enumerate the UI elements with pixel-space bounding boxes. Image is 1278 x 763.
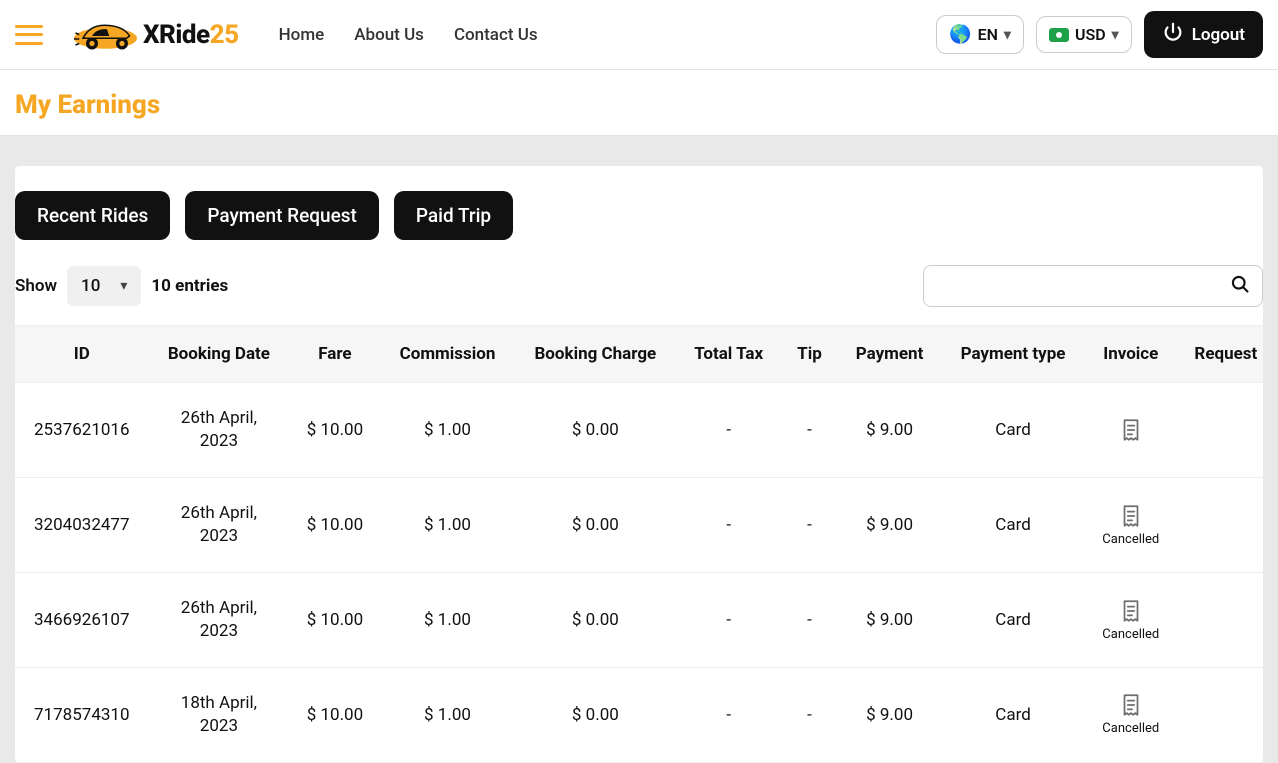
col-fare: Fare (289, 326, 380, 383)
separator-band (0, 136, 1278, 166)
cell-ptype: Card (941, 572, 1085, 667)
cell-id: 3204032477 (15, 477, 149, 572)
cell-payment: $ 9.00 (838, 383, 941, 478)
col-commission: Commission (381, 326, 515, 383)
chevron-down-icon: ▾ (1004, 27, 1011, 43)
globe-icon: 🌎 (949, 24, 971, 45)
cell-commission: $ 1.00 (381, 383, 515, 478)
chevron-down-icon: ▾ (1112, 27, 1119, 43)
cell-date: 26th April, 2023 (149, 383, 290, 478)
content-wrap: Recent Rides Payment Request Paid Trip S… (0, 166, 1278, 763)
cell-tax: - (676, 383, 781, 478)
table-row: 346692610726th April, 2023$ 10.00$ 1.00$… (15, 572, 1263, 667)
cell-request (1177, 477, 1263, 572)
brand-text: XRide25 (143, 20, 239, 50)
tab-recent-rides[interactable]: Recent Rides (15, 191, 170, 240)
page-size-value: 10 (81, 276, 100, 296)
invoice-status: Cancelled (1099, 722, 1163, 736)
earnings-tabs: Recent Rides Payment Request Paid Trip (15, 191, 1263, 265)
col-tax: Total Tax (676, 326, 781, 383)
table-body: 253762101626th April, 2023$ 10.00$ 1.00$… (15, 383, 1263, 763)
header: XRide25 Home About Us Contact Us 🌎 EN ▾ … (0, 0, 1278, 70)
hamburger-icon[interactable] (15, 25, 43, 45)
cell-tip: - (781, 383, 838, 478)
cell-invoice (1085, 383, 1177, 478)
brand-text-b: 25 (210, 20, 239, 50)
logout-button[interactable]: Logout (1144, 11, 1263, 58)
language-select[interactable]: 🌎 EN ▾ (936, 15, 1024, 54)
cell-fare: $ 10.00 (289, 477, 380, 572)
page-title-wrap: My Earnings (0, 70, 1278, 136)
col-tip: Tip (781, 326, 838, 383)
currency-label: USD (1075, 25, 1106, 44)
cell-id: 2537621016 (15, 383, 149, 478)
col-request: Request (1177, 326, 1263, 383)
logout-label: Logout (1192, 25, 1245, 45)
cell-request (1177, 572, 1263, 667)
earnings-card: Recent Rides Payment Request Paid Trip S… (15, 166, 1263, 763)
cell-commission: $ 1.00 (381, 572, 515, 667)
top-nav: Home About Us Contact Us (279, 25, 538, 45)
cell-charge: $ 0.00 (514, 477, 676, 572)
table-row: 253762101626th April, 2023$ 10.00$ 1.00$… (15, 383, 1263, 478)
cell-commission: $ 1.00 (381, 477, 515, 572)
cell-invoice: Cancelled (1085, 477, 1177, 572)
cell-tip: - (781, 572, 838, 667)
cell-charge: $ 0.00 (514, 572, 676, 667)
tab-paid-trip[interactable]: Paid Trip (394, 191, 513, 240)
cell-invoice: Cancelled (1085, 572, 1177, 667)
cell-date: 26th April, 2023 (149, 572, 290, 667)
cell-fare: $ 10.00 (289, 572, 380, 667)
cell-id: 3466926107 (15, 572, 149, 667)
col-payment: Payment (838, 326, 941, 383)
col-charge: Booking Charge (514, 326, 676, 383)
cell-tax: - (676, 477, 781, 572)
currency-select[interactable]: USD ▾ (1036, 16, 1132, 53)
money-icon (1049, 28, 1069, 42)
table-controls: Show 10 ▾ 10 entries (15, 265, 1263, 325)
invoice-status: Cancelled (1099, 533, 1163, 547)
page-size-select[interactable]: 10 ▾ (67, 266, 141, 306)
show-label: Show (15, 276, 57, 296)
invoice-icon[interactable] (1099, 503, 1163, 529)
nav-home[interactable]: Home (279, 25, 325, 45)
col-date: Booking Date (149, 326, 290, 383)
language-label: EN (978, 25, 998, 44)
col-ptype: Payment type (941, 326, 1085, 383)
table-head: ID Booking Date Fare Commission Booking … (15, 326, 1263, 383)
table-row: 320403247726th April, 2023$ 10.00$ 1.00$… (15, 477, 1263, 572)
cell-date: 26th April, 2023 (149, 477, 290, 572)
cell-payment: $ 9.00 (838, 477, 941, 572)
cell-charge: $ 0.00 (514, 383, 676, 478)
search-box[interactable] (923, 265, 1263, 307)
power-icon (1162, 21, 1184, 48)
entries-count: 10 entries (151, 276, 228, 296)
brand-logo[interactable]: XRide25 (68, 12, 239, 57)
nav-contact[interactable]: Contact Us (454, 25, 538, 45)
col-invoice: Invoice (1085, 326, 1177, 383)
cell-ptype: Card (941, 477, 1085, 572)
tab-payment-request[interactable]: Payment Request (185, 191, 379, 240)
cell-tip: - (781, 477, 838, 572)
cell-tax: - (676, 572, 781, 667)
invoice-icon[interactable] (1099, 417, 1163, 443)
search-input[interactable] (936, 276, 1222, 296)
chevron-down-icon: ▾ (120, 278, 127, 294)
cell-fare: $ 10.00 (289, 383, 380, 478)
search-icon[interactable] (1230, 274, 1250, 299)
earnings-table: ID Booking Date Fare Commission Booking … (15, 325, 1263, 763)
invoice-icon[interactable] (1099, 598, 1163, 624)
cell-request (1177, 383, 1263, 478)
page-title: My Earnings (15, 90, 1263, 120)
cell-payment: $ 9.00 (838, 572, 941, 667)
brand-text-a: XRide (143, 20, 210, 50)
table-viewport[interactable]: ID Booking Date Fare Commission Booking … (15, 325, 1263, 763)
header-right: 🌎 EN ▾ USD ▾ Logout (936, 11, 1263, 58)
page-size-wrap: Show 10 ▾ 10 entries (15, 266, 228, 306)
nav-about[interactable]: About Us (354, 25, 424, 45)
car-icon (68, 12, 143, 57)
invoice-status: Cancelled (1099, 628, 1163, 642)
cell-ptype: Card (941, 383, 1085, 478)
col-id: ID (15, 326, 149, 383)
